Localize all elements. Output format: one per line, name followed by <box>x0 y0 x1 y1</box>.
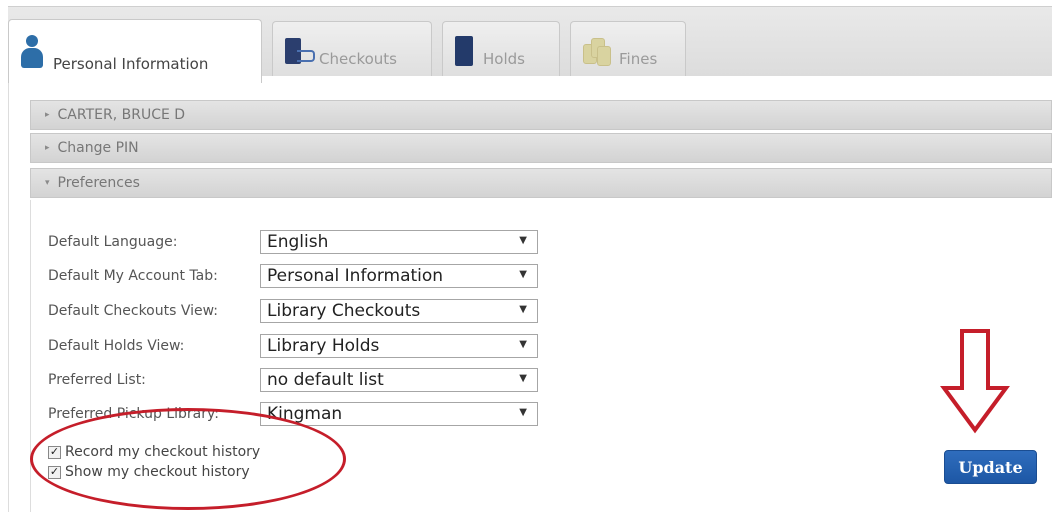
chevron-right-icon: ▸ <box>45 110 50 120</box>
pref-row-account-tab: Default My Account Tab: Personal Informa… <box>48 263 538 289</box>
select-value: Personal Information <box>267 266 444 286</box>
update-button[interactable]: Update <box>944 450 1037 484</box>
checkouts-view-select[interactable]: Library Checkouts ▼ <box>260 299 538 323</box>
accordion-label: Preferences <box>57 175 140 191</box>
holds-book-icon <box>455 35 473 66</box>
pref-label: Default Language: <box>48 234 178 250</box>
holds-view-select[interactable]: Library Holds ▼ <box>260 334 538 358</box>
language-select[interactable]: English ▼ <box>260 230 538 254</box>
tab-label: Checkouts <box>319 49 397 68</box>
chevron-down-icon: ▾ <box>45 178 50 188</box>
tab-label: Personal Information <box>53 54 209 73</box>
pref-row-checkouts-view: Default Checkouts View: Library Checkout… <box>48 298 538 324</box>
account-tab-select[interactable]: Personal Information ▼ <box>260 264 538 288</box>
dropdown-arrow-icon: ▼ <box>519 269 527 280</box>
pref-row-preferred-list: Preferred List: no default list ▼ <box>48 367 538 393</box>
dropdown-arrow-icon: ▼ <box>519 339 527 350</box>
account-tab-bar: Personal Information Checkouts Holds Fin… <box>8 6 1052 83</box>
tab-holds[interactable]: Holds <box>442 21 560 79</box>
annotation-down-arrow-icon <box>940 329 1010 434</box>
preferred-list-select[interactable]: no default list ▼ <box>260 368 538 392</box>
pref-label: Default My Account Tab: <box>48 268 218 284</box>
accordion-account-name[interactable]: ▸ CARTER, BRUCE D <box>30 100 1052 130</box>
coins-icon <box>583 36 611 66</box>
tab-label: Holds <box>483 49 525 68</box>
select-value: Library Holds <box>267 336 380 356</box>
dropdown-arrow-icon: ▼ <box>519 304 527 315</box>
pref-label: Preferred List: <box>48 372 146 388</box>
tab-checkouts[interactable]: Checkouts <box>272 21 432 79</box>
select-value: Library Checkouts <box>267 301 421 321</box>
select-value: English <box>267 232 329 252</box>
dropdown-arrow-icon: ▼ <box>519 407 527 418</box>
accordion-label: Change PIN <box>57 140 139 156</box>
accordion-label: CARTER, BRUCE D <box>57 107 186 123</box>
tab-personal-information[interactable]: Personal Information <box>8 19 262 83</box>
person-icon <box>21 34 43 69</box>
select-value: no default list <box>267 370 384 390</box>
pref-label: Default Holds View: <box>48 338 185 354</box>
chevron-right-icon: ▸ <box>45 143 50 153</box>
pref-label: Default Checkouts View: <box>48 303 219 319</box>
tab-fines[interactable]: Fines <box>570 21 686 79</box>
tab-label: Fines <box>619 49 658 68</box>
pref-row-holds-view: Default Holds View: Library Holds ▼ <box>48 333 538 359</box>
accordion-preferences[interactable]: ▾ Preferences <box>30 168 1052 198</box>
annotation-ellipse <box>30 408 346 510</box>
accordion-change-pin[interactable]: ▸ Change PIN <box>30 133 1052 163</box>
dropdown-arrow-icon: ▼ <box>519 373 527 384</box>
pickup-library-select[interactable]: Kingman ▼ <box>260 402 538 426</box>
pref-row-language: Default Language: English ▼ <box>48 229 538 255</box>
checkouts-book-icon <box>285 36 315 66</box>
dropdown-arrow-icon: ▼ <box>519 235 527 246</box>
